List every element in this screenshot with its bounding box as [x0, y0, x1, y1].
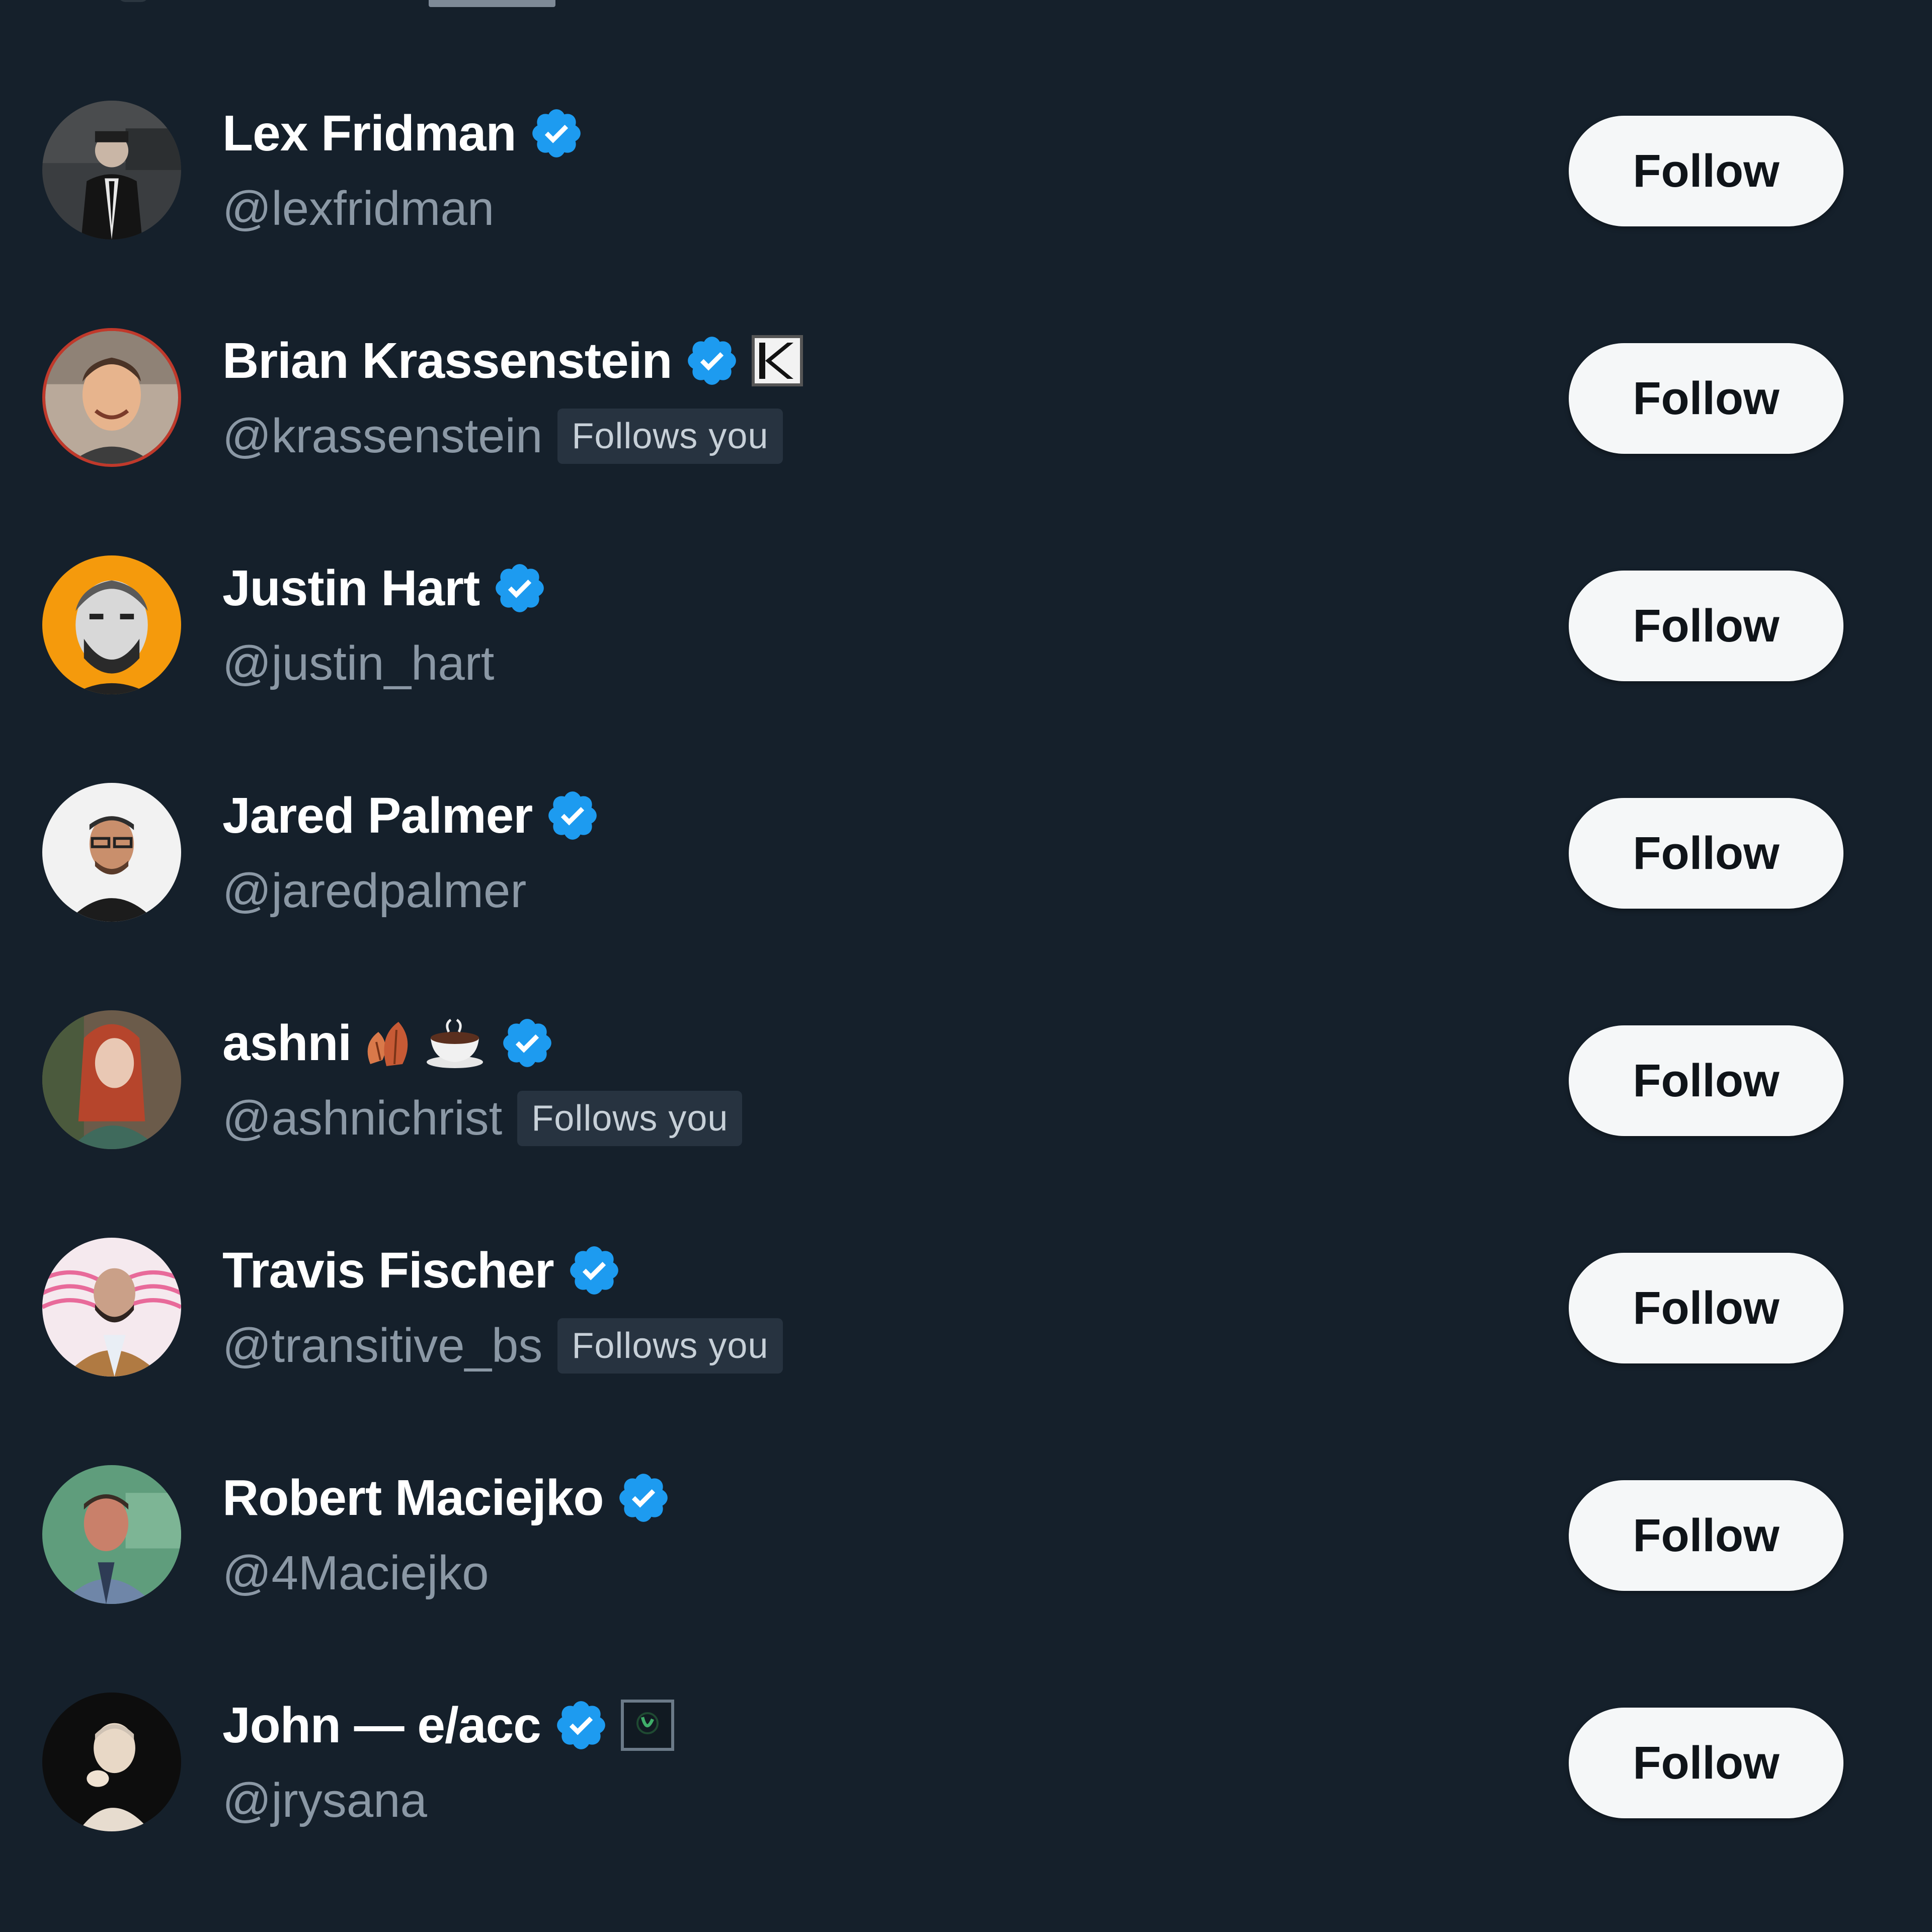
list-item[interactable]: Jared Palmer @jaredpalmer Follow	[0, 783, 1932, 1010]
name-emoji	[362, 1015, 487, 1071]
account-handle[interactable]: @transitive_bs	[222, 1318, 542, 1374]
list-item[interactable]: Lex Fridman @lexfridman Follow	[0, 101, 1932, 328]
follows-you-badge: Follows you	[557, 409, 783, 464]
verified-badge-icon	[503, 1019, 552, 1067]
list-item[interactable]: Robert Maciejko @4Maciejko Follow	[0, 1465, 1932, 1693]
account-handle[interactable]: @justin_hart	[222, 636, 494, 691]
verified-badge-icon	[556, 1701, 605, 1749]
follow-button[interactable]: Follow	[1569, 1480, 1843, 1591]
who-to-follow-screen: Lex Fridman @lexfridman Follow Brian Kra…	[0, 0, 1932, 1932]
avatar[interactable]	[42, 1238, 181, 1377]
affiliate-k-logo-icon[interactable]	[751, 335, 803, 387]
list-item[interactable]: Brian Krassenstein @krassenstein Follows…	[0, 328, 1932, 555]
account-handle[interactable]: @jaredpalmer	[222, 863, 526, 919]
previous-badge-fragment	[429, 0, 555, 7]
account-name[interactable]: Jared Palmer	[222, 788, 533, 843]
account-handle[interactable]: @lexfridman	[222, 181, 494, 236]
follow-button[interactable]: Follow	[1569, 798, 1843, 909]
account-handle[interactable]: @krassenstein	[222, 409, 542, 464]
avatar[interactable]	[42, 1693, 181, 1831]
follow-button[interactable]: Follow	[1569, 116, 1843, 226]
follow-button[interactable]: Follow	[1569, 1025, 1843, 1136]
avatar[interactable]	[42, 328, 181, 467]
list-item[interactable]: John — e/acc @jrysana Follow	[0, 1693, 1932, 1920]
list-item[interactable]: Justin Hart @justin_hart Follow	[0, 555, 1932, 783]
verified-badge-icon	[570, 1246, 618, 1295]
account-name[interactable]: Robert Maciejko	[222, 1470, 604, 1525]
affiliate-dark-logo-icon[interactable]	[620, 1699, 675, 1751]
account-handle[interactable]: @4Maciejko	[222, 1546, 489, 1601]
account-name[interactable]: John — e/acc	[222, 1698, 541, 1753]
list-item[interactable]: Travis Fischer @transitive_bs Follows yo…	[0, 1238, 1932, 1465]
coffee-cup-icon	[427, 1019, 484, 1068]
follow-button[interactable]: Follow	[1569, 571, 1843, 681]
avatar[interactable]	[42, 783, 181, 922]
account-handle[interactable]: @ashnichrist	[222, 1091, 502, 1146]
avatar[interactable]	[42, 101, 181, 239]
verified-badge-icon	[688, 337, 737, 385]
list-item[interactable]: ashni @ashnichrist Follows you Follow	[0, 1010, 1932, 1238]
previous-item-fragment	[118, 0, 148, 2]
avatar[interactable]	[42, 555, 181, 694]
verified-badge-icon	[548, 791, 597, 840]
avatar[interactable]	[42, 1010, 181, 1149]
account-name[interactable]: Lex Fridman	[222, 106, 517, 161]
account-handle[interactable]: @jrysana	[222, 1773, 427, 1828]
follow-button[interactable]: Follow	[1569, 1253, 1843, 1363]
account-name[interactable]: Brian Krassenstein	[222, 333, 672, 388]
follows-you-badge: Follows you	[517, 1091, 743, 1146]
follow-button[interactable]: Follow	[1569, 1708, 1843, 1818]
autumn-leaves-icon	[367, 1022, 408, 1066]
verified-badge-icon	[619, 1474, 668, 1522]
follows-you-badge: Follows you	[557, 1318, 783, 1374]
verified-badge-icon	[496, 564, 544, 612]
verified-badge-icon	[532, 109, 581, 157]
account-name[interactable]: ashni	[222, 1015, 352, 1071]
account-name[interactable]: Justin Hart	[222, 560, 480, 616]
account-name[interactable]: Travis Fischer	[222, 1243, 554, 1298]
avatar[interactable]	[42, 1465, 181, 1604]
follow-button[interactable]: Follow	[1569, 343, 1843, 454]
